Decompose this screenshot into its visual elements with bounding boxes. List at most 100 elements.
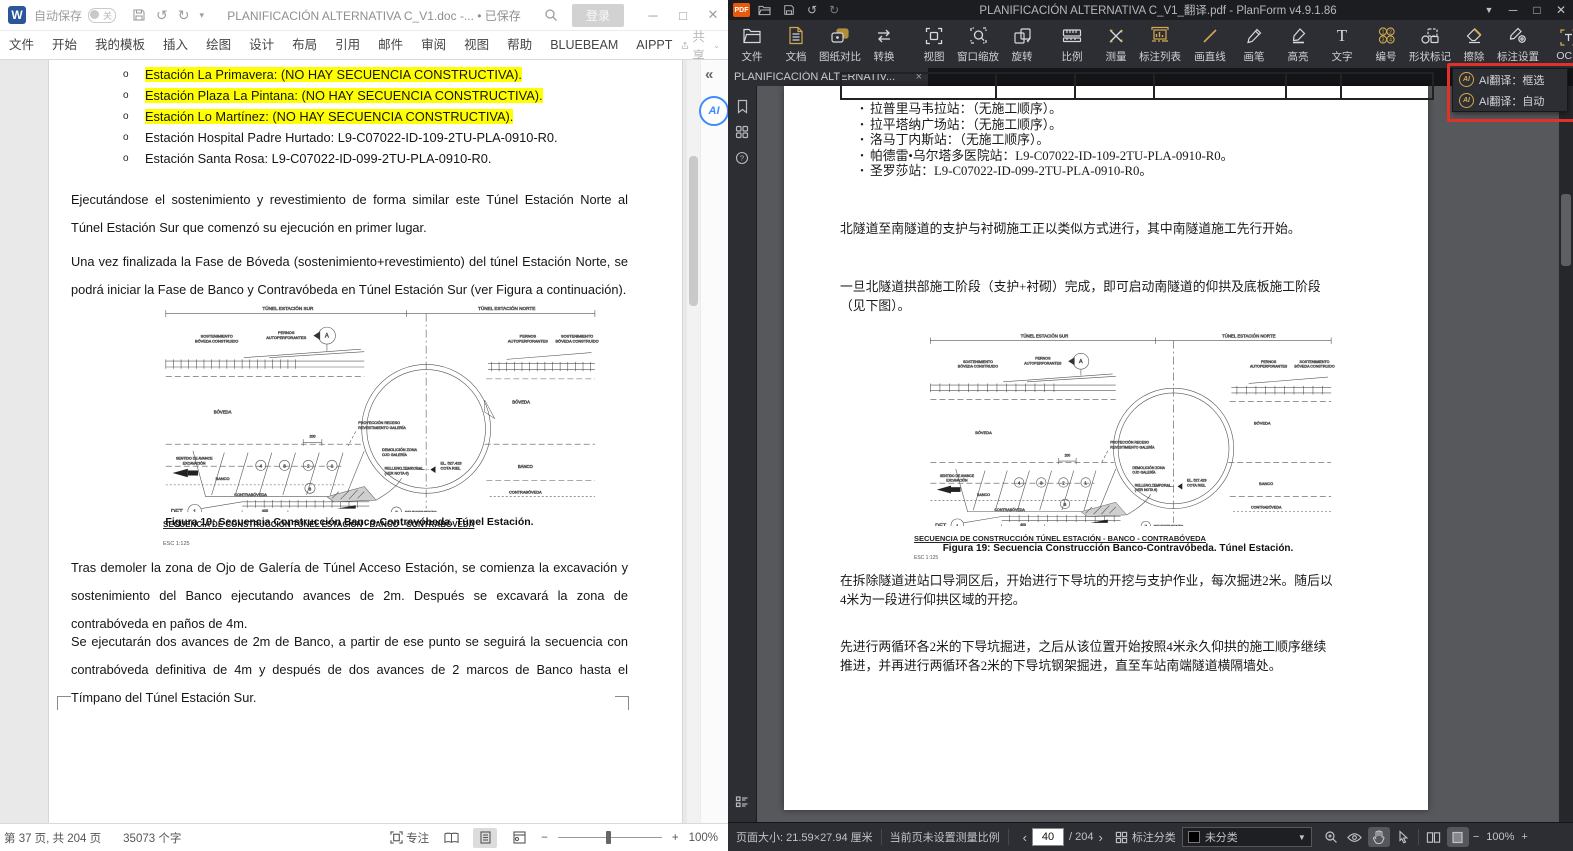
toolbar-button-shape-mark[interactable]: 形状标记	[1408, 20, 1452, 68]
category-dropdown[interactable]: 未分类 ▼	[1182, 827, 1312, 847]
toolbar-button-highlight[interactable]: 高亮	[1276, 20, 1320, 68]
view-visibility-button[interactable]	[1344, 827, 1366, 847]
zoom-out-button[interactable]: −	[541, 832, 548, 844]
print-layout-button[interactable]	[473, 828, 497, 848]
ribbon-tab-draw[interactable]: 绘图	[197, 31, 240, 59]
zoom-in-button[interactable]: +	[1521, 831, 1527, 843]
toolbar-button-file[interactable]: 文件	[730, 20, 774, 68]
next-page-icon[interactable]: ›	[1098, 830, 1102, 845]
zoom-in-button[interactable]: +	[672, 832, 679, 844]
zoom-percentage[interactable]: 100%	[689, 832, 718, 844]
bookmarks-panel-icon[interactable]	[728, 94, 756, 118]
ribbon-tab-file[interactable]: 文件	[0, 31, 43, 59]
word-scrollbar-thumb[interactable]	[689, 156, 698, 306]
ribbon-tab-bluebeam[interactable]: BLUEBEAM	[541, 31, 627, 59]
ribbon-tab-layout[interactable]: 布局	[283, 31, 326, 59]
ribbon-tab-home[interactable]: 开始	[43, 31, 86, 59]
single-page-view-button[interactable]	[1447, 827, 1469, 847]
select-tool-button[interactable]	[1392, 827, 1414, 847]
word-vertical-scrollbar[interactable]	[687, 60, 700, 823]
save-icon[interactable]	[132, 8, 146, 22]
redo-icon[interactable]: ↻	[829, 3, 839, 17]
figure-scale: ESC 1:125	[163, 541, 190, 547]
maximize-button[interactable]: □	[668, 8, 698, 23]
two-page-view-button[interactable]	[1423, 827, 1445, 847]
toolbar-button-rotate[interactable]: 旋转	[1000, 20, 1044, 68]
annotation-category-button[interactable]: 标注分类	[1115, 829, 1176, 845]
measure-scale-notice[interactable]: 当前页未设置测量比例	[882, 829, 1008, 845]
table-cell	[842, 74, 997, 98]
login-button[interactable]: 登录	[572, 4, 624, 27]
paragraph-cn: 先进行两循环各2米的下导坑掘进，之后从该位置开始按照4米永久仰拱的施工顺序继续 …	[840, 638, 1396, 676]
undo-icon[interactable]: ↺	[156, 7, 168, 24]
maximize-button[interactable]: □	[1525, 3, 1549, 17]
page-indicator[interactable]: 第 37 页, 共 204 页	[4, 830, 101, 846]
zoom-percentage[interactable]: 100%	[1486, 831, 1514, 843]
read-mode-button[interactable]	[439, 828, 463, 848]
ribbon-tab-help[interactable]: 帮助	[498, 31, 541, 59]
ribbon-tab-design[interactable]: 设计	[240, 31, 283, 59]
toolbar-button-annotation-settings[interactable]: 标注设置	[1496, 20, 1540, 68]
page-number-input[interactable]	[1032, 828, 1064, 846]
word-count[interactable]: 35073 个字	[123, 830, 181, 846]
save-icon[interactable]	[783, 4, 795, 16]
planform-scrollbar-thumb[interactable]	[1561, 194, 1571, 266]
toolbar-button-draw-line[interactable]: 画直线	[1188, 20, 1232, 68]
help-panel-icon[interactable]: ?	[728, 146, 756, 170]
annotation-panel-icon[interactable]	[728, 790, 756, 814]
ribbon-tab-my-templates[interactable]: 我的模板	[86, 31, 154, 59]
list-item: o Estación Hospital Padre Hurtado: L9-C0…	[123, 127, 628, 148]
web-layout-button[interactable]	[507, 828, 531, 848]
planform-vertical-scrollbar[interactable]	[1559, 86, 1573, 822]
toolbar-button-measure[interactable]: 测量	[1094, 20, 1138, 68]
bullet-text: Estación La Primavera: (NO HAY SECUENCIA…	[145, 67, 522, 82]
toolbar-button-text[interactable]: T 文字	[1320, 20, 1364, 68]
search-icon[interactable]	[544, 8, 558, 22]
zoom-out-button[interactable]: −	[1473, 831, 1479, 843]
menu-dropdown-icon[interactable]: ▼	[1477, 5, 1501, 15]
open-file-icon[interactable]	[758, 5, 771, 16]
ai-assistant-badge[interactable]: AI	[699, 96, 729, 126]
toolbar-button-document[interactable]: 文档	[774, 20, 818, 68]
close-button[interactable]: ✕	[698, 7, 728, 23]
minimize-button[interactable]: ─	[638, 8, 668, 23]
bullet-text: Estación Plaza La Pintana: (NO HAY SECUE…	[145, 88, 543, 103]
minimize-button[interactable]: ─	[1501, 3, 1525, 17]
toolbar-button-erase[interactable]: 擦除	[1452, 20, 1496, 68]
focus-mode-button[interactable]: 专注	[390, 830, 429, 846]
window-zoom-icon	[969, 25, 988, 47]
hand-tool-button[interactable]	[1368, 827, 1390, 847]
word-document-area[interactable]: o Estación La Primavera: (NO HAY SECUENC…	[0, 60, 700, 823]
word-page[interactable]: o Estación La Primavera: (NO HAY SECUENC…	[48, 60, 683, 823]
close-button[interactable]: ✕	[1549, 3, 1573, 17]
toolbar-button-numbering[interactable]: 1 2 3 4 编号	[1364, 20, 1408, 68]
toolbar-button-drawing-compare[interactable]: 图纸对比	[818, 20, 862, 68]
ribbon-tab-mailings[interactable]: 邮件	[369, 31, 412, 59]
toolbar-button-convert[interactable]: 转换	[862, 20, 906, 68]
thumbnails-panel-icon[interactable]	[728, 120, 756, 144]
undo-icon[interactable]: ↺	[807, 3, 817, 17]
toolbar-button-ocr[interactable]: OCR	[1546, 20, 1573, 68]
share-button[interactable]: 共享 ⌄	[681, 26, 720, 64]
zoom-area-button[interactable]	[1320, 827, 1342, 847]
autosave-toggle[interactable]: 关	[88, 8, 116, 23]
previous-page-icon[interactable]: ‹	[1023, 830, 1027, 845]
ribbon-tab-insert[interactable]: 插入	[154, 31, 197, 59]
zoom-slider-thumb[interactable]	[606, 831, 611, 844]
redo-icon[interactable]: ↻	[178, 7, 190, 24]
pdf-page[interactable]: • 拉普里马韦拉站：（无施工顺序）。 • 拉平塔纳广场站：（无施工顺序）。 • …	[784, 86, 1428, 810]
collapse-pane-icon[interactable]: «	[705, 66, 713, 83]
toolbar-button-window-zoom[interactable]: 窗口缩放	[956, 20, 1000, 68]
ribbon-tab-aippt[interactable]: AIPPT	[627, 31, 681, 59]
zoom-slider[interactable]	[558, 828, 662, 848]
toolbar-button-scale[interactable]: 比例	[1050, 20, 1094, 68]
bullet-marker: •	[854, 118, 870, 134]
toolbar-button-pen[interactable]: 画笔	[1232, 20, 1276, 68]
toolbar-button-annotation-list[interactable]: 标注列表	[1138, 20, 1182, 68]
ribbon-tab-view[interactable]: 视图	[455, 31, 498, 59]
ribbon-tab-review[interactable]: 审阅	[412, 31, 455, 59]
ribbon-tab-references[interactable]: 引用	[326, 31, 369, 59]
share-label: 共享	[692, 26, 710, 64]
toolbar-button-view[interactable]: 视图	[912, 20, 956, 68]
label-sostenimiento2: BÓVEDA CONSTRUIDO	[958, 364, 998, 369]
